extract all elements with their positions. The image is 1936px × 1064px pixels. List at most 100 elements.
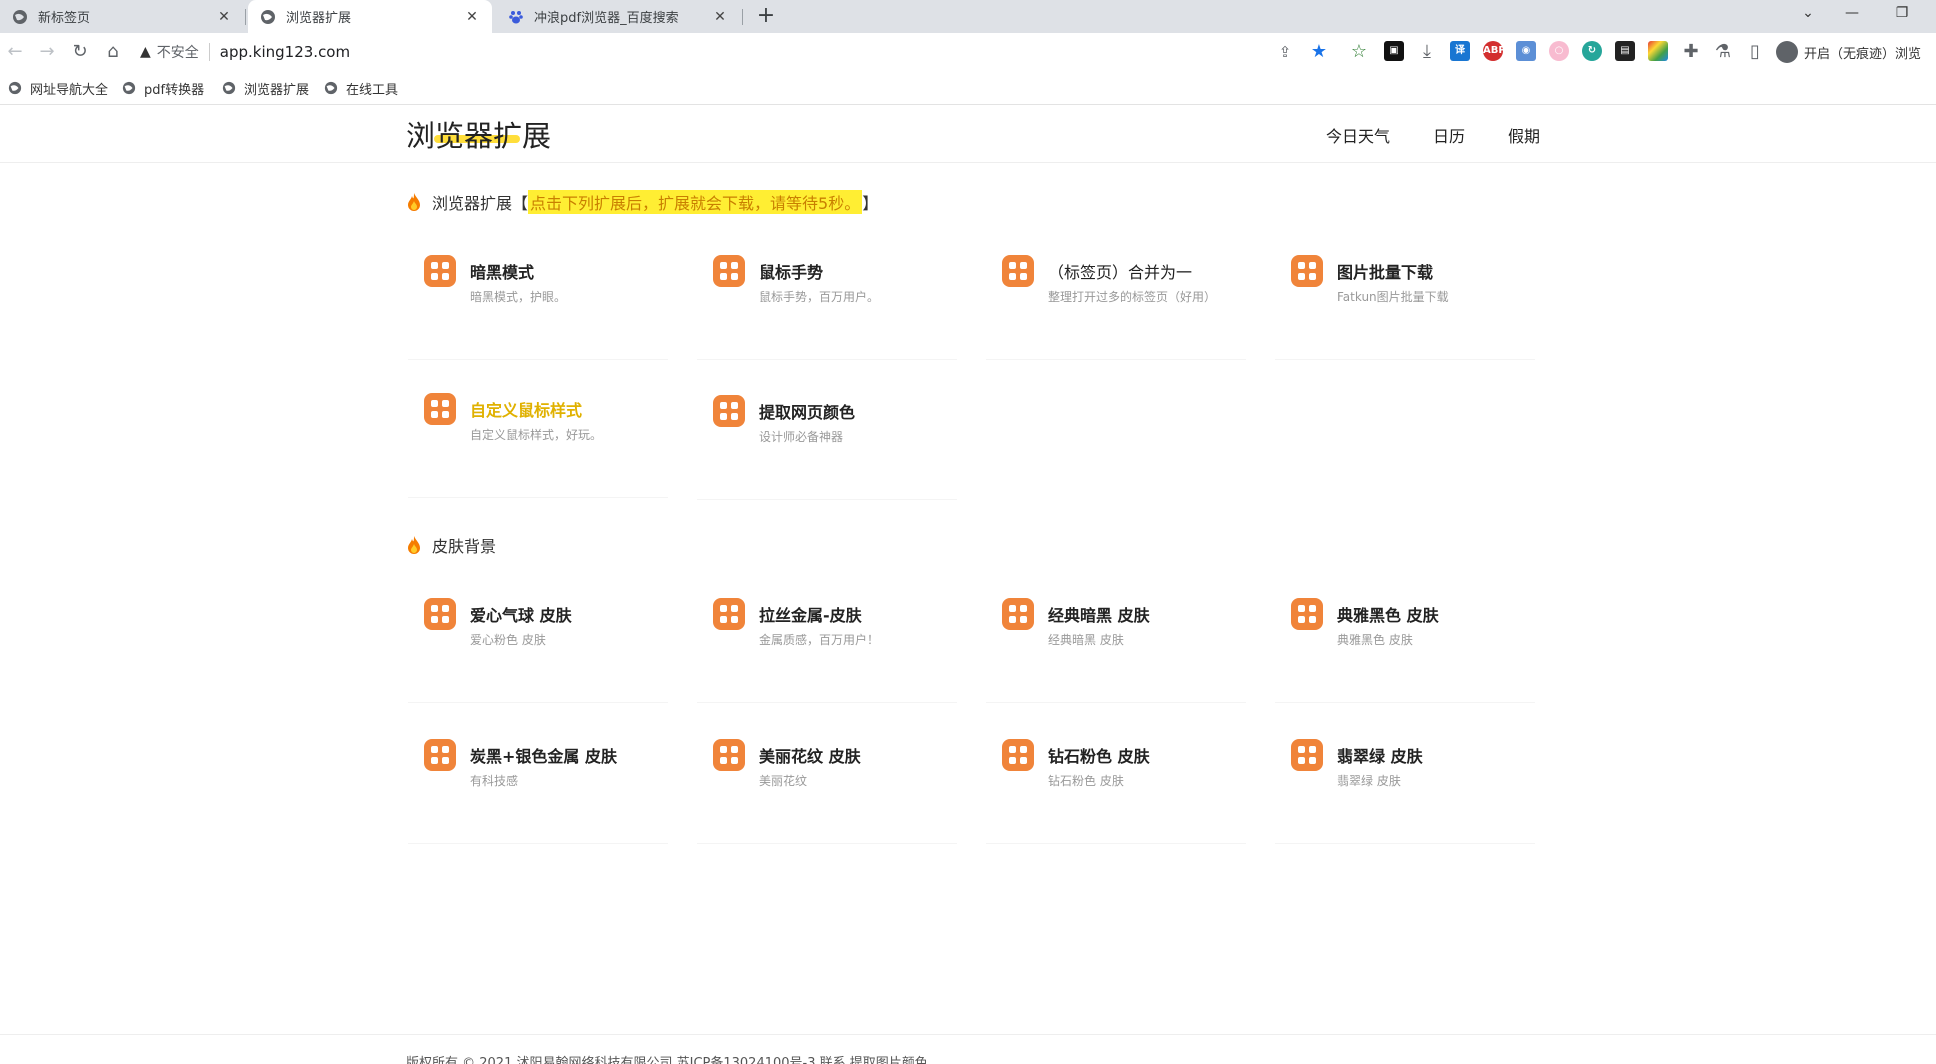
- globe-icon: [222, 81, 236, 95]
- bookmark-label: 网址导航大全: [30, 82, 109, 98]
- tabs-extension-icon[interactable]: ▤: [1615, 41, 1635, 61]
- tab-new-tab[interactable]: 新标签页 ✕: [0, 0, 244, 33]
- card-title: 鼠标手势: [759, 263, 824, 282]
- globe-icon: [13, 9, 27, 24]
- skin-card[interactable]: 爱心气球 皮肤 爱心粉色 皮肤: [408, 583, 668, 703]
- app-grid-icon: [713, 598, 745, 630]
- refresh-extension-icon[interactable]: ↻: [1582, 41, 1602, 61]
- card-title: 典雅黑色 皮肤: [1337, 606, 1439, 625]
- circle-extension-icon[interactable]: ○: [1549, 41, 1569, 61]
- skin-card[interactable]: 典雅黑色 皮肤 典雅黑色 皮肤: [1275, 583, 1535, 703]
- extension-card-custom-cursor[interactable]: 自定义鼠标样式 自定义鼠标样式，好玩。: [408, 378, 668, 498]
- skin-card[interactable]: 拉丝金属-皮肤 金属质感，百万用户！: [697, 583, 957, 703]
- skin-card[interactable]: 美丽花纹 皮肤 美丽花纹: [697, 724, 957, 844]
- card-desc: 翡翠绿 皮肤: [1337, 774, 1401, 788]
- close-icon[interactable]: ✕: [712, 9, 728, 25]
- reload-icon[interactable]: ↻: [67, 39, 93, 65]
- app-grid-icon: [424, 598, 456, 630]
- puzzle-icon[interactable]: ✚: [1678, 39, 1704, 65]
- globe-icon: [122, 81, 136, 95]
- section-title-skins: 皮肤背景: [406, 533, 496, 557]
- bookmark-label: 在线工具: [346, 82, 399, 98]
- app-grid-icon: [713, 739, 745, 771]
- home-icon[interactable]: ⌂: [100, 39, 126, 65]
- address-bar[interactable]: ▲ 不安全 app.king123.com: [140, 38, 350, 66]
- new-tab-button[interactable]: +: [752, 2, 780, 30]
- chevron-down-icon[interactable]: ⌄: [1786, 0, 1830, 28]
- card-desc: 自定义鼠标样式，好玩。: [470, 428, 603, 442]
- skin-card[interactable]: 经典暗黑 皮肤 经典暗黑 皮肤: [986, 583, 1246, 703]
- card-desc: 金属质感，百万用户！: [759, 633, 880, 647]
- tab-divider: [742, 9, 743, 25]
- app-grid-icon: [1002, 255, 1034, 287]
- flame-icon: [408, 536, 420, 554]
- translate-extension-icon[interactable]: 译: [1450, 41, 1470, 61]
- omnibox-divider: [208, 43, 210, 61]
- card-desc: 典雅黑色 皮肤: [1337, 633, 1413, 647]
- skin-card[interactable]: 炭黑+银色金属 皮肤 有科技感: [408, 724, 668, 844]
- tab-baidu-search[interactable]: 冲浪pdf浏览器_百度搜索 ✕: [496, 0, 740, 33]
- download-icon[interactable]: ⤓: [1414, 39, 1440, 65]
- footer-copyright: 版权所有 © 2021 沭阳易翰网络科技有限公司 苏ICP备13024100号-…: [406, 1056, 928, 1064]
- back-arrow-icon[interactable]: ←: [2, 39, 28, 65]
- card-desc: 美丽花纹: [759, 774, 808, 788]
- tab-title: 浏览器扩展: [286, 11, 352, 26]
- extension-card-image-download[interactable]: 图片批量下载 Fatkun图片批量下载: [1275, 240, 1535, 360]
- nav-weather[interactable]: 今日天气: [1326, 123, 1390, 147]
- card-title: 钻石粉色 皮肤: [1048, 747, 1150, 766]
- card-desc: 经典暗黑 皮肤: [1048, 633, 1124, 647]
- extension-card-color-picker[interactable]: 提取网页颜色 设计师必备神器: [697, 380, 957, 500]
- section-heading: 皮肤背景: [432, 537, 497, 556]
- bookmark-item[interactable]: pdf转换器: [122, 79, 204, 98]
- card-title: 经典暗黑 皮肤: [1048, 606, 1150, 625]
- url-text[interactable]: app.king123.com: [220, 43, 350, 61]
- incognito-profile-button[interactable]: 开启（无痕迹）浏览: [1776, 39, 1921, 65]
- download-notice: 点击下列扩展后，扩展就会下载，请等待5秒。: [528, 190, 863, 214]
- close-icon[interactable]: ✕: [216, 9, 232, 25]
- close-icon[interactable]: ✕: [464, 9, 480, 25]
- bracket-open: 【: [512, 194, 529, 213]
- bookmark-item[interactable]: 浏览器扩展: [222, 79, 309, 98]
- skin-card[interactable]: 钻石粉色 皮肤 钻石粉色 皮肤: [986, 724, 1246, 844]
- browser-toolbar: ← → ↻ ⌂ ▲ 不安全 app.king123.com ⇪ ★ ☆ ▣ ⤓ …: [0, 33, 1936, 71]
- card-title: 自定义鼠标样式: [470, 401, 583, 420]
- bookmarks-bar: 网址导航大全 pdf转换器 浏览器扩展 在线工具: [0, 71, 1936, 105]
- screenshot-extension-icon[interactable]: ◉: [1516, 41, 1536, 61]
- share-icon[interactable]: ⇪: [1272, 39, 1298, 65]
- profile-label: 开启（无痕迹）浏览: [1804, 46, 1922, 62]
- bookmark-item[interactable]: 网址导航大全: [8, 79, 109, 98]
- star-icon[interactable]: ★: [1306, 39, 1332, 65]
- card-title: 美丽花纹 皮肤: [759, 747, 861, 766]
- card-desc: Fatkun图片批量下载: [1337, 290, 1449, 304]
- forward-arrow-icon[interactable]: →: [34, 39, 60, 65]
- app-grid-icon: [424, 739, 456, 771]
- extension-card-merge-tabs[interactable]: （标签页）合并为一 整理打开过多的标签页（好用）: [986, 240, 1246, 360]
- section-title-extensions: 浏览器扩展 【 点击下列扩展后，扩展就会下载，请等待5秒。 】: [406, 190, 878, 214]
- sidebar-icon[interactable]: ▯: [1742, 39, 1768, 65]
- minimize-icon[interactable]: —: [1830, 0, 1874, 28]
- favorites-star-icon[interactable]: ☆: [1346, 39, 1372, 65]
- restore-icon[interactable]: ❐: [1880, 0, 1924, 28]
- extension-card-mouse-gesture[interactable]: 鼠标手势 鼠标手势，百万用户。: [697, 240, 957, 360]
- tab-divider: [245, 9, 246, 25]
- nav-holidays[interactable]: 假期: [1508, 123, 1540, 147]
- site-logo[interactable]: 浏览器扩展: [406, 113, 551, 155]
- card-desc: 鼠标手势，百万用户。: [759, 290, 880, 304]
- skin-card[interactable]: 翡翠绿 皮肤 翡翠绿 皮肤: [1275, 724, 1535, 844]
- qr-extension-icon[interactable]: ▣: [1384, 41, 1404, 61]
- color-picker-extension-icon[interactable]: [1648, 41, 1668, 61]
- card-desc: 暗黑模式，护眼。: [470, 290, 567, 304]
- card-title: 暗黑模式: [470, 263, 535, 282]
- app-grid-icon: [713, 255, 745, 287]
- extension-card-dark-mode[interactable]: 暗黑模式 暗黑模式，护眼。: [408, 240, 668, 360]
- card-desc: 有科技感: [470, 774, 519, 788]
- adblock-extension-icon[interactable]: ABP: [1483, 41, 1506, 61]
- warning-icon: ▲: [140, 44, 151, 60]
- eyedropper-icon[interactable]: ⚗: [1710, 39, 1736, 65]
- tab-browser-extensions[interactable]: 浏览器扩展 ✕: [248, 0, 492, 33]
- footer-divider: [0, 1034, 1936, 1035]
- nav-calendar[interactable]: 日历: [1433, 123, 1465, 147]
- app-grid-icon: [424, 393, 456, 425]
- bookmark-item[interactable]: 在线工具: [324, 79, 399, 98]
- card-desc: 整理打开过多的标签页（好用）: [1048, 290, 1217, 304]
